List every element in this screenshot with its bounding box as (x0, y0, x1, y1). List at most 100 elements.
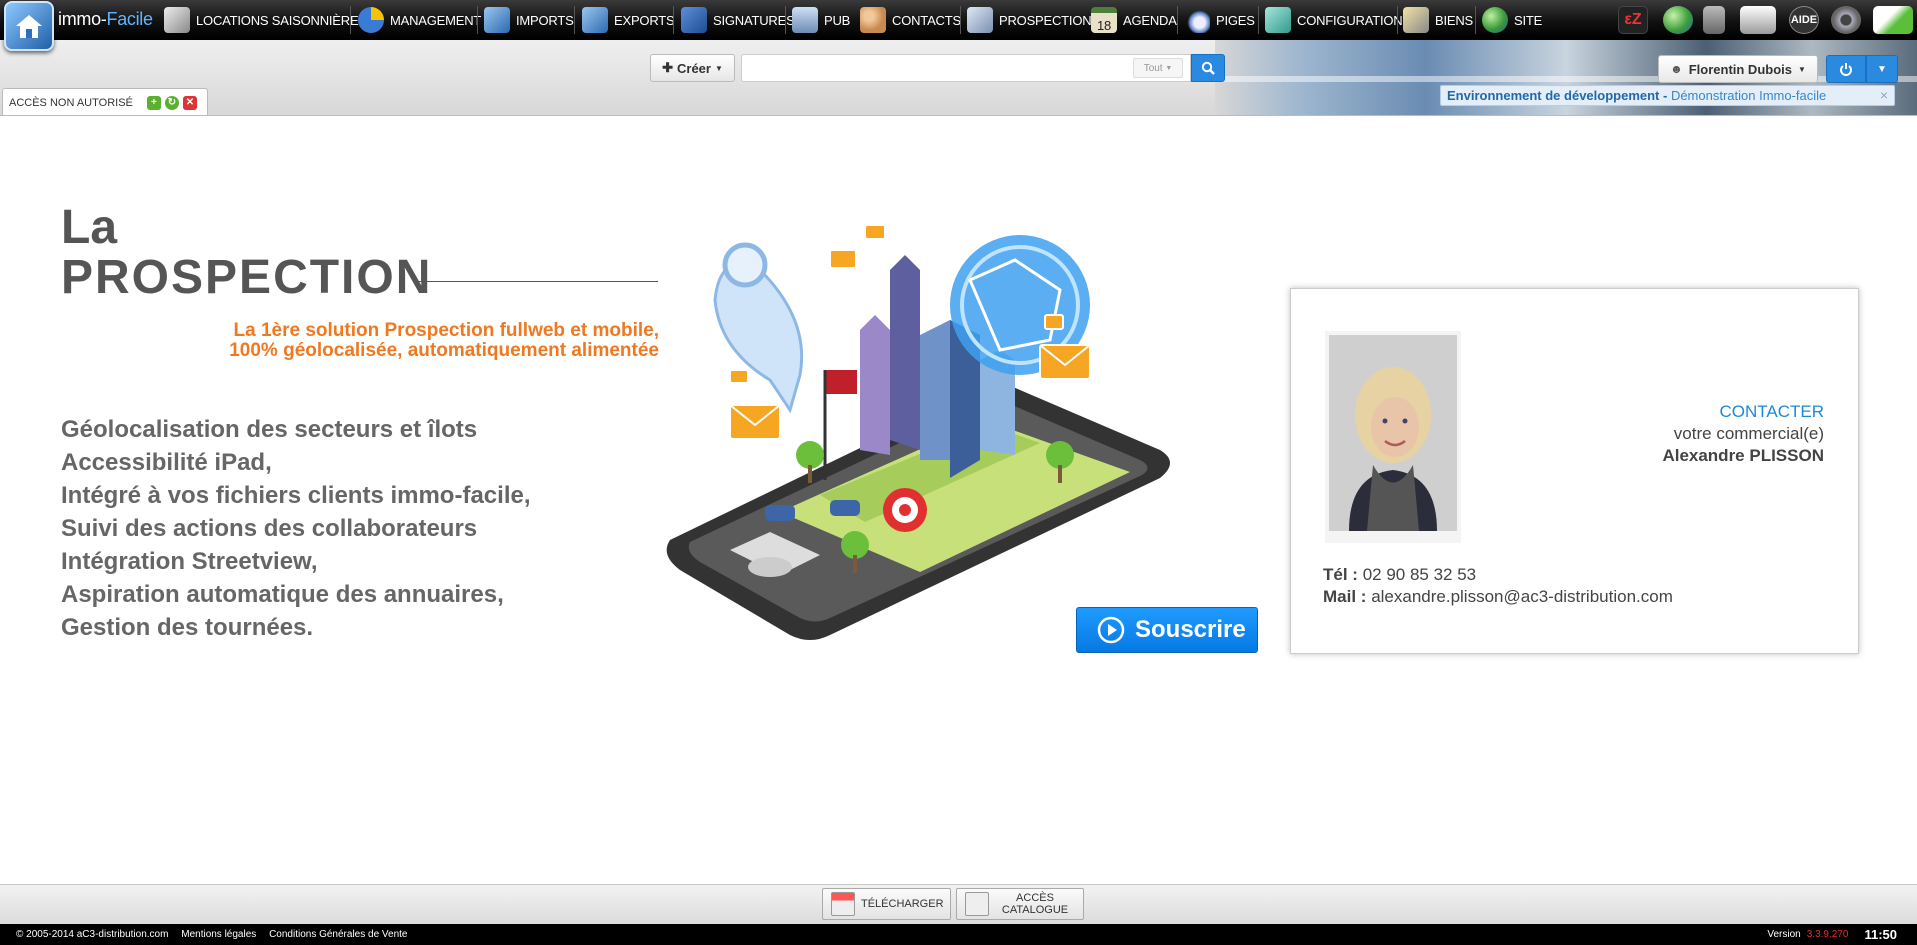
nav-label: BIENS (1435, 12, 1474, 28)
tab-label: ACCÈS NON AUTORISÉ (9, 96, 133, 109)
calendar-icon: 18 (1091, 7, 1117, 33)
feature-item: Gestion des tournées. (61, 614, 314, 641)
web-globe-icon[interactable] (1663, 6, 1693, 34)
nav-signatures[interactable]: SIGNATURES (681, 0, 795, 40)
help-icon[interactable]: AIDE (1789, 6, 1819, 34)
email-value[interactable]: alexandre.plisson@ac3-distribution.com (1371, 587, 1673, 606)
nav-contacts[interactable]: CONTACTS (860, 0, 961, 40)
nav-agenda[interactable]: 18 AGENDA (1091, 0, 1177, 40)
tagline-line-2: 100% géolocalisée, automatiquement alime… (229, 340, 659, 361)
nav-pub[interactable]: PUB (792, 0, 850, 40)
nav-site[interactable]: SITE (1482, 0, 1542, 40)
feature-item: Intégré à vos fichiers clients immo-faci… (61, 482, 531, 509)
nav-separator (477, 6, 478, 34)
feature-item: Aspiration automatique des annuaires, (61, 581, 504, 608)
nav-management[interactable]: MANAGEMENT (358, 0, 481, 40)
contact-role: votre commercial(e) (1673, 424, 1824, 443)
nav-label: CONTACTS (892, 12, 961, 28)
env-separator: - (1659, 88, 1671, 103)
caret-down-icon: ▼ (1798, 64, 1806, 74)
nav-label: SIGNATURES (713, 12, 795, 28)
nav-separator (1397, 6, 1398, 34)
user-menu[interactable]: ☻ Florentin Dubois ▼ (1658, 55, 1818, 83)
help-label: AIDE (1790, 14, 1818, 26)
catalog-icon (965, 892, 989, 916)
home-switch-icon[interactable] (1873, 6, 1913, 34)
create-label: Créer (677, 60, 711, 76)
feature-item: Intégration Streetview, (61, 548, 318, 575)
plus-icon: ✚ (662, 60, 673, 75)
env-demo-link[interactable]: Démonstration Immo-facile (1671, 88, 1826, 103)
nav-locations-saisonnieres[interactable]: LOCATIONS SAISONNIÈRES (164, 0, 367, 40)
config-icon (1265, 7, 1291, 33)
sales-rep-photo (1325, 331, 1461, 543)
user-icon: ☻ (1670, 62, 1683, 76)
clock-time: 11:50 (1864, 927, 1897, 942)
subscribe-button[interactable]: Souscrire (1076, 607, 1258, 653)
play-circle-icon (1097, 616, 1125, 644)
nav-separator (1475, 6, 1476, 34)
tab-bar-border (0, 115, 1917, 116)
contact-name: Alexandre PLISSON (1662, 446, 1824, 465)
create-button[interactable]: ✚ Créer ▼ (650, 54, 735, 82)
download-label: TÉLÉCHARGER (861, 898, 944, 910)
nav-exports[interactable]: EXPORTS (582, 0, 675, 40)
property-keys-icon (1403, 7, 1429, 33)
logout-dropdown-button[interactable]: ▼ (1866, 55, 1898, 83)
nav-piges[interactable]: PIGES (1184, 0, 1255, 40)
caret-down-icon: ▼ (1165, 64, 1173, 72)
tab-add-icon[interactable]: + (146, 95, 161, 110)
nav-label: CONFIGURATION (1297, 12, 1403, 28)
page-title-prospection: PROSPECTION (61, 251, 433, 304)
contact-email: Mail : alexandre.plisson@ac3-distributio… (1323, 587, 1673, 607)
nav-label: PROSPECTION (999, 12, 1092, 28)
feature-item: Géolocalisation des secteurs et îlots (61, 416, 478, 443)
nav-label: AGENDA (1123, 12, 1177, 28)
printer-icon[interactable] (1740, 6, 1776, 34)
features-list: Géolocalisation des secteurs et îlots Ac… (61, 413, 531, 644)
nav-separator (350, 6, 351, 34)
title-rule (418, 281, 658, 282)
logo-name: immo-Facile (58, 9, 153, 29)
search-scope-select[interactable]: Tout ▼ (1133, 58, 1183, 78)
footer-legal-link[interactable]: Mentions légales (181, 929, 256, 940)
app-logo[interactable]: immo-Facile (4, 1, 162, 53)
search-button[interactable] (1191, 54, 1225, 82)
portrait-image (1329, 335, 1457, 531)
env-close-button[interactable]: × (1880, 87, 1888, 103)
catalog-button[interactable]: ACCÈS CATALOGUE (956, 888, 1084, 920)
nav-label: MANAGEMENT (390, 12, 482, 28)
contact-link[interactable]: CONTACTER (1719, 402, 1824, 422)
logout-button[interactable] (1826, 55, 1866, 83)
contact-phone: Tél : 02 90 85 32 53 (1323, 565, 1476, 585)
nav-configuration[interactable]: CONFIGURATION (1265, 0, 1403, 40)
footer-terms-link[interactable]: Conditions Générales de Vente (269, 929, 407, 940)
nav-prospection[interactable]: PROSPECTION (967, 0, 1092, 40)
power-icon (1840, 63, 1852, 76)
import-arrow-icon (484, 7, 510, 33)
version-label: Version (1767, 929, 1801, 940)
calculator-icon[interactable] (1703, 6, 1725, 34)
top-navigation: immo-Facile LOCATIONS SAISONNIÈRES MANAG… (0, 0, 1917, 51)
download-button[interactable]: TÉLÉCHARGER (822, 888, 951, 920)
magnifier-icon (1184, 7, 1210, 33)
search-input[interactable] (741, 54, 1191, 82)
caret-down-icon: ▼ (1877, 63, 1887, 75)
tab-close-icon[interactable]: ✕ (182, 95, 197, 110)
house-icon (4, 1, 54, 51)
keys-icon (164, 7, 190, 33)
ez-icon[interactable]: εZ (1618, 6, 1648, 34)
nav-imports[interactable]: IMPORTS (484, 0, 574, 40)
tab-refresh-icon[interactable]: ↻ (164, 95, 179, 110)
contacts-icon (860, 7, 886, 33)
nav-biens[interactable]: BIENS (1403, 0, 1473, 40)
phone-value: 02 90 85 32 53 (1362, 565, 1477, 584)
nav-label: PUB (824, 12, 851, 28)
signature-book-icon (681, 7, 707, 33)
search-scope-label: Tout (1143, 62, 1163, 74)
settings-gear-icon[interactable] (1831, 6, 1861, 34)
tab-acces-non-autorise[interactable]: ACCÈS NON AUTORISÉ + ↻ ✕ (2, 88, 208, 116)
nav-label: PIGES (1216, 12, 1255, 28)
caret-down-icon: ▼ (714, 63, 723, 73)
user-name: Florentin Dubois (1688, 61, 1792, 77)
